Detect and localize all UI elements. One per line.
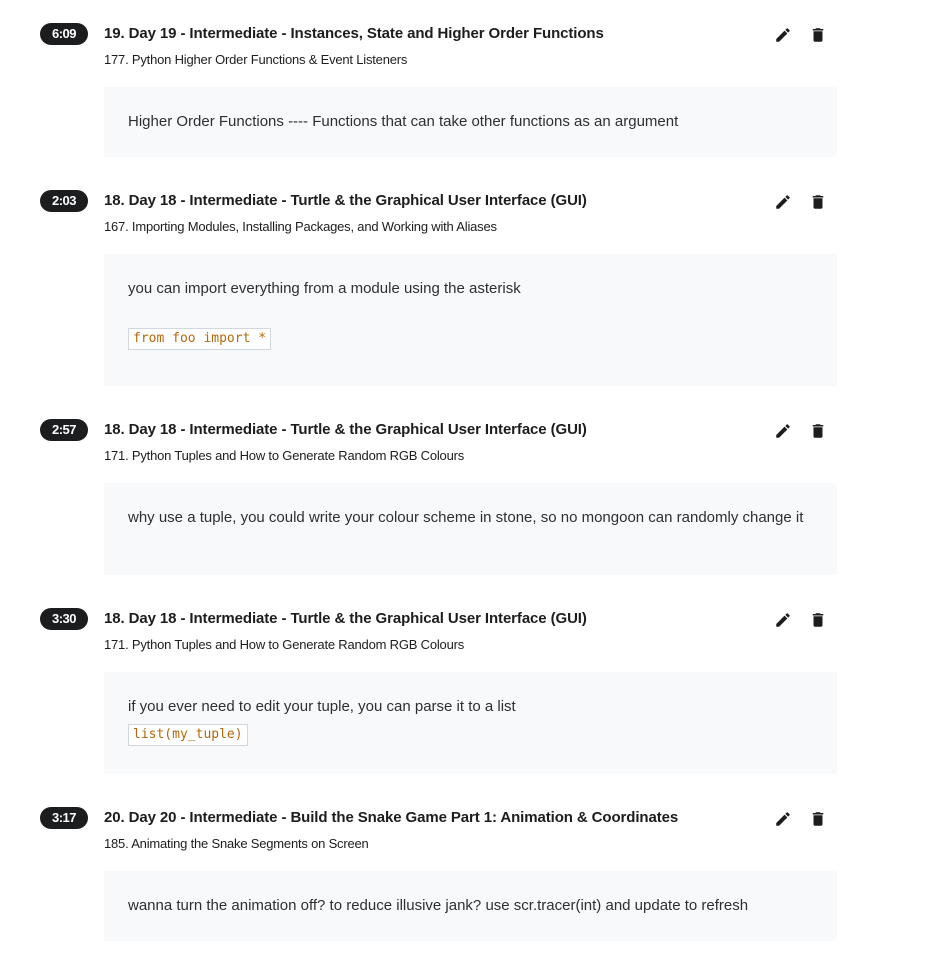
pencil-icon xyxy=(776,424,790,438)
pencil-icon xyxy=(776,195,790,209)
delete-button[interactable] xyxy=(806,23,830,47)
pencil-icon xyxy=(776,613,790,627)
note-text: Higher Order Functions ---- Functions th… xyxy=(128,113,679,130)
trash-icon xyxy=(812,195,824,209)
edit-button[interactable] xyxy=(771,807,795,831)
timestamp-badge[interactable]: 2:57 xyxy=(40,419,88,441)
note-text: if you ever need to edit your tuple, you… xyxy=(128,698,516,715)
timestamp-badge[interactable]: 3:30 xyxy=(40,608,88,630)
note-section-title: 20. Day 20 - Intermediate - Build the Sn… xyxy=(104,809,679,826)
pencil-icon xyxy=(776,812,790,826)
note-text: wanna turn the animation off? to reduce … xyxy=(128,897,749,914)
delete-button[interactable] xyxy=(806,807,830,831)
trash-icon xyxy=(812,812,824,826)
note-body: Higher Order Functions ---- Functions th… xyxy=(104,87,837,157)
edit-button[interactable] xyxy=(771,23,795,47)
note-body: wanna turn the animation off? to reduce … xyxy=(104,871,837,941)
delete-button[interactable] xyxy=(806,419,830,443)
delete-button[interactable] xyxy=(806,190,830,214)
note-lecture-title: 185. Animating the Snake Segments on Scr… xyxy=(104,836,369,851)
note-lecture-title: 171. Python Tuples and How to Generate R… xyxy=(104,448,465,463)
edit-button[interactable] xyxy=(771,190,795,214)
timestamp-badge[interactable]: 2:03 xyxy=(40,190,88,212)
note-lecture-title: 177. Python Higher Order Functions & Eve… xyxy=(104,52,408,67)
edit-button[interactable] xyxy=(771,608,795,632)
note-lecture-title: 171. Python Tuples and How to Generate R… xyxy=(104,637,465,652)
trash-icon xyxy=(812,613,824,627)
note-section-title: 19. Day 19 - Intermediate - Instances, S… xyxy=(104,25,604,42)
note-body: if you ever need to edit your tuple, you… xyxy=(104,672,837,774)
code-snippet: from foo import * xyxy=(128,328,272,350)
code-snippet: list(my_tuple) xyxy=(128,724,248,746)
trash-icon xyxy=(812,424,824,438)
pencil-icon xyxy=(776,28,790,42)
note-text: you can import everything from a module … xyxy=(128,280,521,297)
trash-icon xyxy=(812,28,824,42)
note-text: why use a tuple, you could write your co… xyxy=(128,509,804,526)
note-section-title: 18. Day 18 - Intermediate - Turtle & the… xyxy=(104,421,587,438)
timestamp-badge[interactable]: 3:17 xyxy=(40,807,88,829)
note-section-title: 18. Day 18 - Intermediate - Turtle & the… xyxy=(104,192,587,209)
note-section-title: 18. Day 18 - Intermediate - Turtle & the… xyxy=(104,610,587,627)
note-body: you can import everything from a module … xyxy=(104,254,837,386)
notes-list: 6:09 19. Day 19 - Intermediate - Instanc… xyxy=(0,0,930,958)
note-body: why use a tuple, you could write your co… xyxy=(104,483,837,575)
note-lecture-title: 167. Importing Modules, Installing Packa… xyxy=(104,219,497,234)
timestamp-badge[interactable]: 6:09 xyxy=(40,23,88,45)
delete-button[interactable] xyxy=(806,608,830,632)
edit-button[interactable] xyxy=(771,419,795,443)
